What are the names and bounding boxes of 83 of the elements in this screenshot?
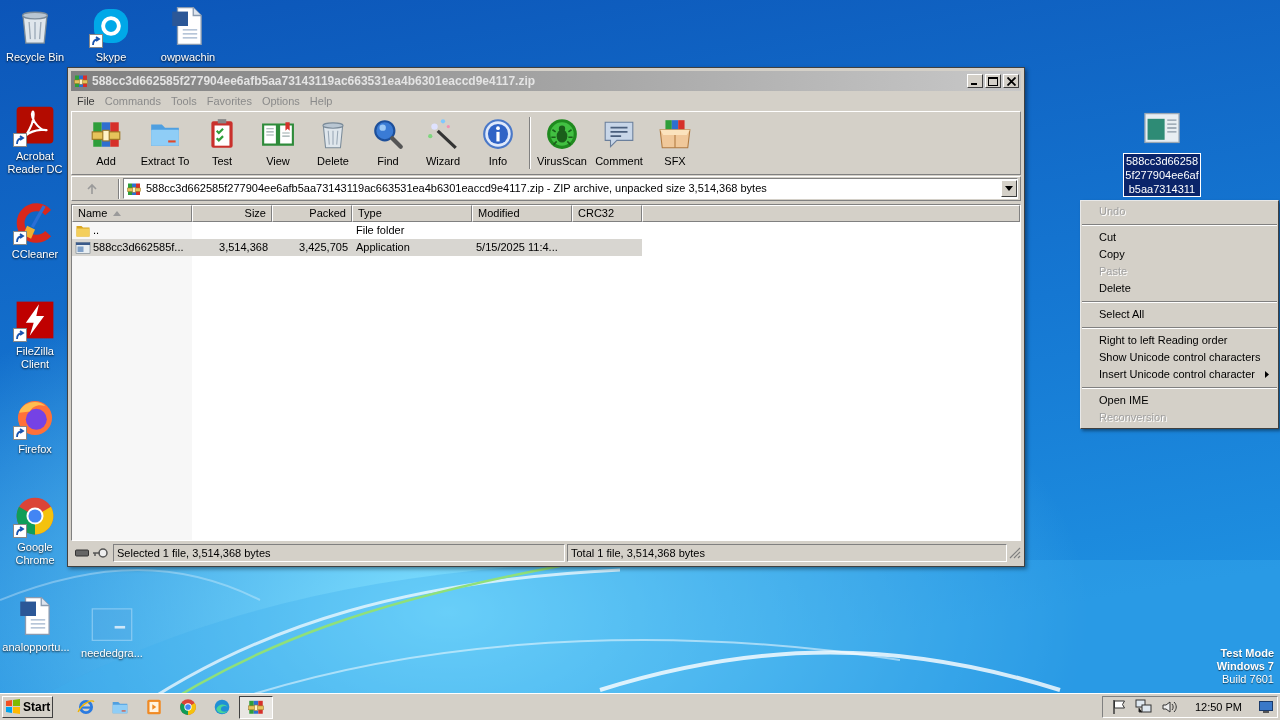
toolbar-button[interactable]: SFX (646, 116, 704, 170)
column-header[interactable]: CRC32 (572, 205, 642, 222)
show-desktop-button[interactable] (1258, 699, 1274, 715)
menu-item[interactable]: Insert Unicode control character (1082, 366, 1277, 383)
magic-wand-icon (426, 116, 460, 151)
toolbar-button[interactable]: Comment (592, 116, 646, 170)
icon-label[interactable]: owpwachin (160, 51, 216, 64)
icon-label[interactable]: Recycle Bin (5, 51, 65, 64)
toolbar-button[interactable]: Add (78, 116, 134, 170)
menu-item[interactable]: Show Unicode control characters (1082, 349, 1277, 366)
windows-logo-icon (5, 699, 21, 715)
column-header[interactable]: Packed (272, 205, 352, 222)
app-logo-icon (179, 698, 197, 716)
menu-item[interactable]: Cut (1082, 229, 1277, 246)
address-text: 588cc3d662585f277904ee6afb5aa73143119ac663531ea4b6301eaccd9e4117.zip - ZIP archive, unpacked size 3,514,368 bytes (146, 181, 767, 197)
browser-icon (213, 698, 231, 716)
status-text: Selected 1 file, 3,514,368 bytes (113, 544, 565, 562)
icon-label[interactable]: CCleaner (11, 248, 59, 261)
list-row[interactable]: .. File folder (72, 222, 642, 239)
table-cell-text: File folder (356, 223, 405, 239)
table-cell-text: 588cc3d662585f... (93, 240, 184, 256)
key-icon (92, 548, 108, 558)
app-logo-icon (14, 495, 56, 537)
toolbar-button[interactable]: View (248, 116, 308, 170)
info-icon (481, 116, 515, 151)
watermark-text: Test Mode (1220, 647, 1274, 660)
menu-item[interactable]: Select All (1082, 306, 1277, 323)
maximize-button[interactable] (985, 74, 1001, 88)
address-field[interactable]: 588cc3d662585f277904ee6afb5aa73143119ac663531ea4b6301eaccd9e4117.zip - ZIP archive, unpacked size 3,514,368 bytes (123, 178, 1018, 199)
table-cell-text: 3,425,705 (299, 240, 348, 256)
icon-label[interactable]: 588cc3d662585f277904ee6afb5aa7314311 (1123, 153, 1201, 197)
start-button[interactable]: Start (2, 696, 53, 718)
column-header[interactable]: Type (352, 205, 472, 222)
close-button[interactable] (1003, 74, 1019, 88)
maximize-icon (988, 76, 998, 86)
status-text: Total 1 file, 3,514,368 bytes (567, 544, 1007, 562)
volume-icon[interactable] (1160, 699, 1177, 715)
flag-icon[interactable] (1110, 699, 1127, 715)
up-arrow-icon (86, 182, 98, 195)
menu-item[interactable]: File (73, 92, 99, 110)
dropdown-button[interactable] (1001, 180, 1017, 197)
watermark-text: Windows 7 (1216, 660, 1274, 673)
column-header[interactable]: Size (192, 205, 272, 222)
drive-icon (75, 549, 89, 557)
minimize-button[interactable] (967, 74, 983, 88)
toolbar-button[interactable]: Test (196, 116, 248, 170)
bug-icon (545, 116, 579, 151)
toolbar-button[interactable]: Wizard (418, 116, 468, 170)
menu-item[interactable]: Copy (1082, 246, 1277, 263)
list-row[interactable]: 588cc3d662585f... 3,514,368 3,425,705 Application 5/15/2025 11:4... (72, 239, 642, 256)
watermark-text: Build 7601 (1222, 673, 1274, 686)
icon-label[interactable]: FileZilla Client (3, 345, 67, 371)
column-header[interactable]: Modified (472, 205, 572, 222)
table-cell-text: .. (93, 223, 100, 239)
table-cell-text: 3,514,368 (219, 240, 268, 256)
resize-grip-icon[interactable] (1009, 547, 1021, 559)
close-icon (1006, 76, 1016, 86)
menu-item[interactable]: Right to left Reading order (1082, 332, 1277, 349)
monitor-icon (1259, 701, 1273, 713)
column-header[interactable]: Name (72, 205, 192, 222)
window-title: 588cc3d662585f277904ee6afb5aa73143119ac663531ea4b6301eaccd9e4117.zip (92, 73, 536, 90)
table-cell-text: Application (356, 240, 410, 256)
table-cell-text: 5/15/2025 11:4... (476, 240, 558, 256)
menu-item[interactable]: Open IME (1082, 392, 1277, 409)
browser-icon (77, 698, 95, 716)
taskbar-app-button[interactable] (239, 695, 273, 719)
network-icon[interactable] (1134, 699, 1153, 715)
toolbar-button[interactable]: Find (358, 116, 418, 170)
icon-label[interactable]: Skype (95, 51, 127, 64)
minimize-icon (970, 83, 977, 85)
archive-books-icon (247, 698, 265, 716)
caret-icon (1005, 186, 1013, 191)
play-icon (145, 698, 163, 716)
archive-books-icon (73, 73, 89, 89)
application-window-icon (75, 239, 91, 256)
menu-item[interactable]: Delete (1082, 280, 1277, 297)
icon-label[interactable]: Firefox (18, 443, 52, 456)
toolbar-button[interactable]: VirusScan (532, 116, 592, 170)
toolbar-button[interactable]: Info (468, 116, 528, 170)
toolbar-button[interactable]: Extract To (134, 116, 196, 170)
clock-text: 12:50 PM (1194, 699, 1242, 715)
icon-label[interactable]: Acrobat Reader DC (3, 150, 67, 176)
toolbar-button[interactable]: Delete (308, 116, 358, 170)
